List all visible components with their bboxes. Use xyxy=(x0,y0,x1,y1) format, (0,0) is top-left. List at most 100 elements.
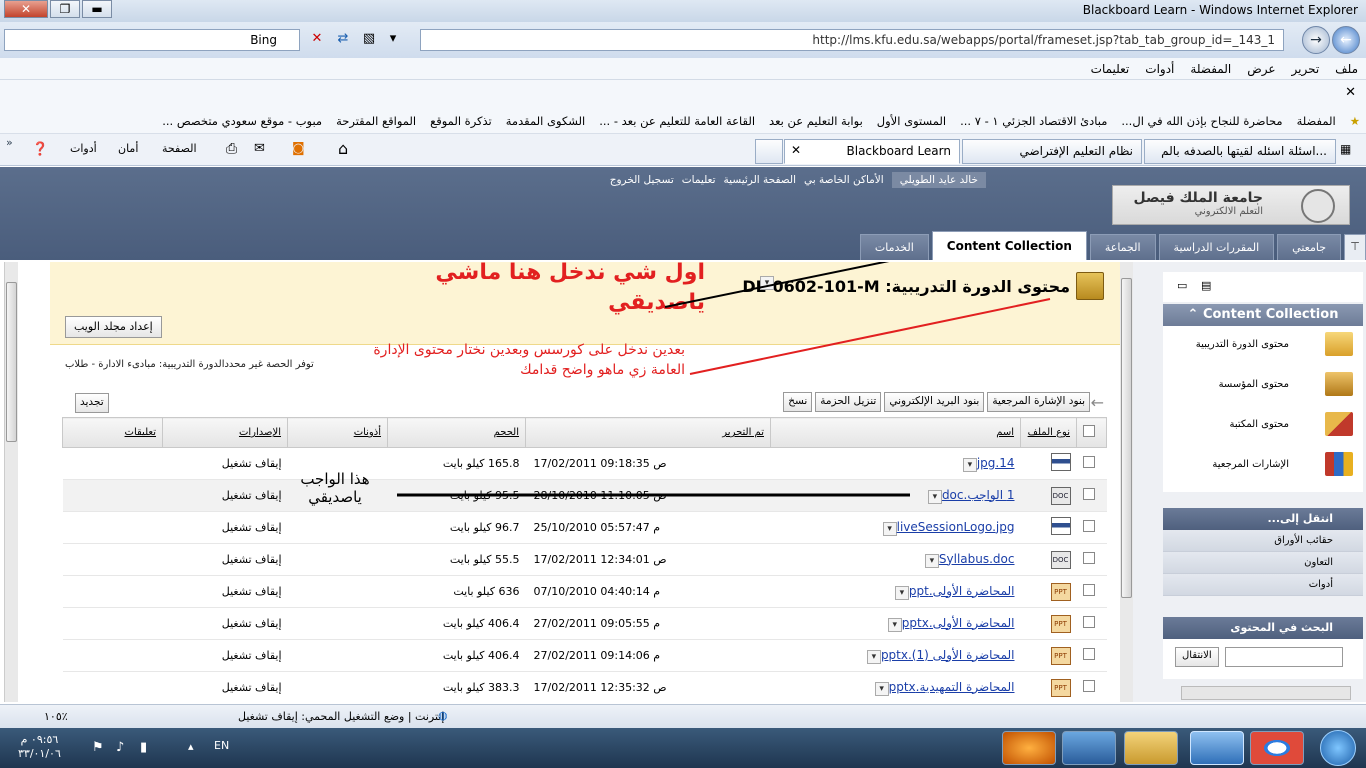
my-places-link[interactable]: الأماكن الخاصة بي xyxy=(804,174,884,186)
menu-file[interactable]: ملف xyxy=(1335,62,1358,76)
favorite-item[interactable]: محاضرة للنجاح بإذن الله في ال... xyxy=(1121,114,1282,128)
cc-item-label: محتوى المؤسسة xyxy=(1218,379,1289,390)
compatibility-view-icon[interactable]: ▧ xyxy=(358,29,380,51)
show-hidden-icons[interactable]: ▴ xyxy=(188,740,194,753)
refresh-icon[interactable]: ⇄ xyxy=(332,29,354,51)
start-button[interactable] xyxy=(1320,730,1356,766)
taskbar: ٠٩:٥٦ م ٣٣/٠١/٠٦ ⚑ ♪ ▮ ▴ EN xyxy=(0,728,1366,768)
content-search-input[interactable] xyxy=(1225,647,1343,667)
home-link[interactable]: الصفحة الرئيسية xyxy=(724,174,796,186)
cc-item-course[interactable]: محتوى الدورة التدريبية xyxy=(1163,326,1363,366)
user-name[interactable]: خالد عايد الطويلي xyxy=(891,172,986,188)
mail-icon[interactable]: ✉ xyxy=(254,141,265,156)
language-indicator[interactable]: EN xyxy=(214,739,229,752)
favorite-item[interactable]: القاعة العامة للتعليم عن بعد - ... xyxy=(599,114,755,128)
annotation-lines xyxy=(397,262,1051,497)
maximize-window-button[interactable]: ❐ xyxy=(50,0,80,18)
goto-panel-title[interactable]: انتقل إلى... xyxy=(1163,508,1363,530)
menu-view[interactable]: عرض xyxy=(1247,62,1275,76)
tab-community[interactable]: الجماعة xyxy=(1089,234,1156,260)
menu-edit[interactable]: تحرير xyxy=(1292,62,1320,76)
new-tab-button[interactable] xyxy=(755,139,783,164)
cc-item-label: محتوى المكتبة xyxy=(1229,419,1289,430)
close-tab-icon[interactable]: ✕ xyxy=(791,143,801,157)
clock[interactable]: ٠٩:٥٦ م ٣٣/٠١/٠٦ xyxy=(18,733,61,761)
favorites-star-icon[interactable]: ★ xyxy=(1350,114,1360,128)
feeds-icon[interactable]: ◙ xyxy=(292,141,305,156)
ie-icon[interactable] xyxy=(1190,731,1244,765)
tab-menu-icon[interactable]: ⊤ xyxy=(1344,234,1366,260)
content-scrollbar[interactable] xyxy=(1119,262,1133,702)
tab-my-institution[interactable]: جامعتي xyxy=(1277,234,1341,260)
clock-time: ٠٩:٥٦ م xyxy=(20,733,59,746)
goto-item-collaboration[interactable]: التعاون xyxy=(1163,552,1363,574)
menu-favorites[interactable]: المفضلة xyxy=(1190,62,1231,76)
app-icon-people[interactable] xyxy=(940,731,994,765)
close-window-button[interactable]: ✕ xyxy=(4,0,48,18)
university-seal-icon xyxy=(1301,189,1335,223)
chevron-icon[interactable]: » xyxy=(6,136,13,149)
menu-bar: ملف تحرير عرض المفضلة أدوات تعليمات xyxy=(0,58,1366,80)
home-icon[interactable]: ⌂ xyxy=(338,139,348,158)
favorite-item[interactable]: مبوب - موقع سعودي متخصص ... xyxy=(162,114,322,128)
url-field[interactable]: http://lms.kfu.edu.sa/webapps/portal/fra… xyxy=(420,29,1284,51)
network-icon[interactable]: ▮ xyxy=(140,740,147,755)
address-dropdown-icon[interactable]: ▾ xyxy=(382,29,404,51)
page-command[interactable]: الصفحة xyxy=(162,142,197,155)
close-strip-icon[interactable]: ✕ xyxy=(1345,85,1356,100)
scroll-thumb[interactable] xyxy=(1121,278,1132,598)
cc-item-label: الإشارات المرجعية xyxy=(1212,459,1289,470)
help-link[interactable]: تعليمات xyxy=(682,174,716,186)
logout-link[interactable]: تسجيل الخروج xyxy=(610,174,674,186)
bookmarks-icon xyxy=(1325,452,1353,476)
goto-item-tools[interactable]: أدوات xyxy=(1163,574,1363,596)
search-input[interactable]: Bing xyxy=(4,29,300,51)
forward-button[interactable]: → xyxy=(1302,26,1330,54)
volume-icon[interactable]: ♪ xyxy=(116,740,124,755)
favorite-item[interactable]: تذكرة الموقع xyxy=(430,114,492,128)
stop-icon[interactable]: ✕ xyxy=(306,29,328,51)
minimize-window-button[interactable]: ▬ xyxy=(82,0,112,18)
favorites-label[interactable]: المفضلة xyxy=(1297,114,1336,128)
cc-item-institution[interactable]: محتوى المؤسسة xyxy=(1163,366,1363,406)
tab-courses[interactable]: المقررات الدراسية xyxy=(1158,234,1275,260)
favorite-item[interactable]: المواقع المقترحة xyxy=(336,114,416,128)
cc-panel-title[interactable]: ⌃ Content Collection xyxy=(1163,304,1363,326)
search-panel-title[interactable]: البحث في المحتوى xyxy=(1163,617,1363,639)
menu-help[interactable]: تعليمات xyxy=(1091,62,1130,76)
scroll-thumb[interactable] xyxy=(6,282,17,442)
tab-blackboard[interactable]: ✕ Blackboard Learn xyxy=(784,139,960,164)
print-icon[interactable]: ⎙ xyxy=(226,141,237,157)
favorite-item[interactable]: بوابة التعليم عن بعد xyxy=(769,114,863,128)
flag-icon[interactable]: ⚑ xyxy=(92,740,104,755)
chrome-icon[interactable] xyxy=(1250,731,1304,765)
tab-questions[interactable]: اسئلة اسئله لقيتها بالصدفه بالم... xyxy=(1144,139,1336,164)
favorite-item[interactable]: الشكوى المقدمة xyxy=(506,114,585,128)
goto-item-portfolios[interactable]: حقائب الأوراق xyxy=(1163,530,1363,552)
safety-command[interactable]: أمان xyxy=(118,142,138,155)
sidebar-hscroll[interactable] xyxy=(1181,686,1351,700)
top-links: خالد عايد الطويلي الأماكن الخاصة بي الصف… xyxy=(602,169,986,191)
folder-icon[interactable]: ▭ xyxy=(1177,279,1187,292)
zoom-level[interactable]: ١٠٥٪ xyxy=(44,710,68,723)
quick-tabs-icon[interactable]: ▦ xyxy=(1340,142,1351,156)
menu-tools[interactable]: أدوات xyxy=(1145,62,1174,76)
firefox-icon[interactable] xyxy=(1002,731,1056,765)
back-button[interactable]: ← xyxy=(1332,26,1360,54)
tools-command[interactable]: أدوات xyxy=(70,142,97,155)
search-go-button[interactable]: الانتقال xyxy=(1175,647,1219,667)
page-scrollbar[interactable] xyxy=(4,262,18,702)
explorer-folder-icon[interactable] xyxy=(1124,731,1178,765)
help-icon[interactable]: ❓ xyxy=(32,142,48,157)
tab-services[interactable]: الخدمات xyxy=(859,234,929,260)
favorite-item[interactable]: مبادئ الاقتصاد الجزئي ١ - ٧ ... xyxy=(960,114,1107,128)
annotation-line-1 xyxy=(664,262,890,308)
media-player-icon[interactable] xyxy=(1062,731,1116,765)
cc-item-label: محتوى الدورة التدريبية xyxy=(1195,339,1289,350)
list-icon[interactable]: ▤ xyxy=(1201,279,1211,292)
tab-virtual-learning[interactable]: نظام التعليم الإفتراضي xyxy=(962,139,1142,164)
cc-item-bookmarks[interactable]: الإشارات المرجعية xyxy=(1163,446,1363,492)
cc-item-library[interactable]: محتوى المكتبة xyxy=(1163,406,1363,446)
favorite-item[interactable]: المستوى الأول xyxy=(877,114,946,128)
tab-content-collection[interactable]: Content Collection xyxy=(931,231,1087,260)
